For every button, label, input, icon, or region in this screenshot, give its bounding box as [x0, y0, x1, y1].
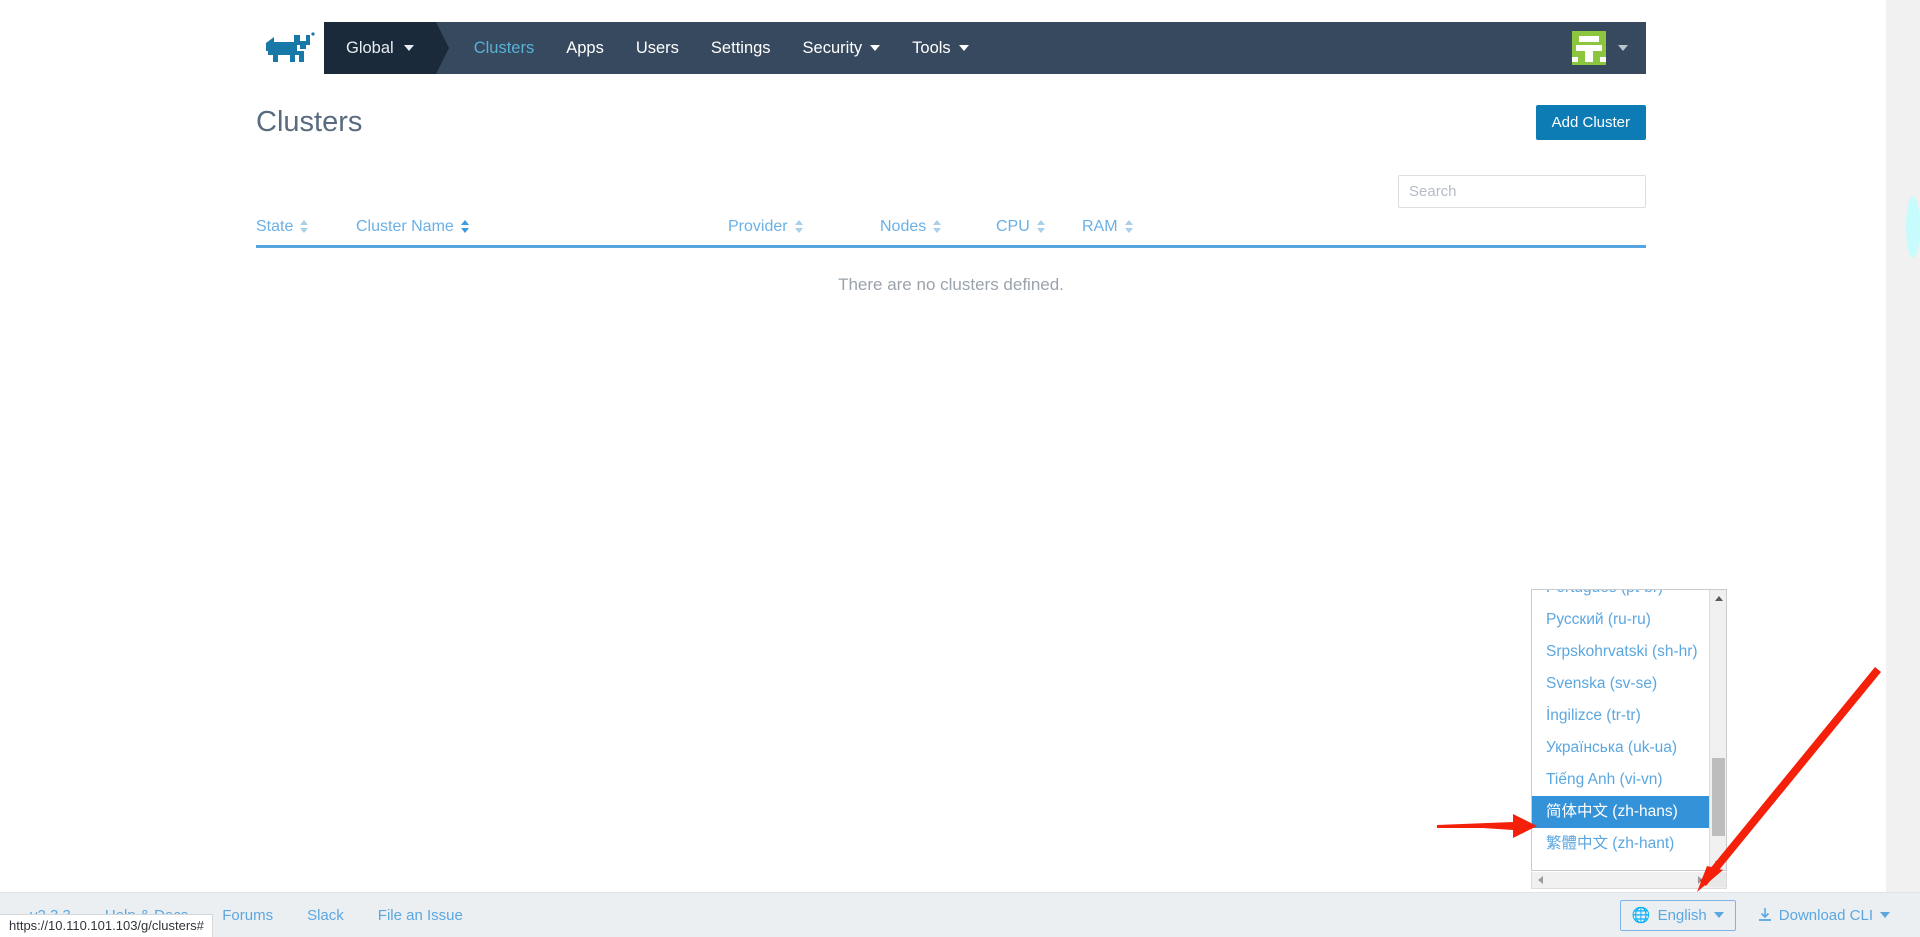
- globe-icon: 🌐: [1631, 906, 1651, 924]
- nav-item-label: Security: [802, 38, 863, 57]
- download-cli-label: Download CLI: [1778, 906, 1873, 924]
- sort-icon: [794, 220, 804, 233]
- language-menu-vertical-scrollbar[interactable]: [1709, 590, 1726, 870]
- user-avatar[interactable]: [1572, 31, 1606, 65]
- red-arrow-to-language-option: [1437, 814, 1537, 838]
- empty-state-message: There are no clusters defined.: [838, 275, 1064, 294]
- search-input[interactable]: [1398, 175, 1646, 208]
- language-option-sv-se[interactable]: Svenska (sv-se): [1532, 668, 1726, 700]
- column-header-state[interactable]: State: [256, 218, 356, 248]
- sort-icon: [1124, 220, 1134, 233]
- footer-link-file-issue[interactable]: File an Issue: [378, 907, 463, 924]
- page-scrollbar-track[interactable]: [1886, 0, 1920, 892]
- rancher-cow-logo: [266, 32, 315, 62]
- scroll-down-arrow-icon[interactable]: [1710, 855, 1726, 870]
- nav-item-label: Tools: [912, 38, 951, 57]
- navigation-bar: Global Clusters Apps Users Settings Secu…: [324, 22, 1646, 74]
- scroll-left-arrow-icon[interactable]: [1532, 872, 1549, 887]
- nav-item-apps[interactable]: Apps: [550, 22, 620, 74]
- chevron-down-icon: [403, 45, 414, 51]
- navigation-items: Clusters Apps Users Settings Security To…: [458, 22, 985, 74]
- language-selector-button[interactable]: 🌐 English: [1619, 899, 1736, 931]
- table-head: State Cluster Name Provider Nodes CPU RA…: [256, 218, 1646, 248]
- nav-item-label: Settings: [710, 38, 771, 57]
- scope-label: Global: [346, 38, 394, 57]
- language-option-ru-ru[interactable]: Русский (ru-ru): [1532, 604, 1726, 636]
- nav-item-tools[interactable]: Tools: [896, 22, 985, 74]
- page-scrollbar-highlight: [1906, 196, 1920, 258]
- language-option-zh-hans[interactable]: 简体中文 (zh-hans): [1532, 796, 1726, 828]
- page-footer: v2.3.3 Help & Docs Forums Slack File an …: [0, 892, 1920, 937]
- language-option-vi-vn[interactable]: Tiếng Anh (vi-vn): [1532, 764, 1726, 796]
- download-icon: [1758, 907, 1771, 921]
- download-cli-button[interactable]: Download CLI: [1758, 907, 1890, 924]
- column-header-ram[interactable]: RAM: [1082, 218, 1646, 248]
- column-header-cluster-name[interactable]: Cluster Name: [356, 218, 728, 248]
- column-header-provider[interactable]: Provider: [728, 218, 880, 248]
- navigation-right: [1572, 22, 1646, 74]
- nav-item-users[interactable]: Users: [620, 22, 695, 74]
- language-option-tr-tr[interactable]: İngilizce (tr-tr): [1532, 700, 1726, 732]
- chevron-down-icon: [870, 45, 881, 51]
- nav-item-settings[interactable]: Settings: [695, 22, 787, 74]
- table-body: There are no clusters defined.: [256, 247, 1646, 323]
- language-selector-label: English: [1657, 906, 1707, 924]
- nav-item-label: Apps: [566, 38, 604, 57]
- sort-icon: [1036, 220, 1046, 233]
- footer-right-group: 🌐 English Download CLI: [1619, 899, 1898, 931]
- language-option-list: Português (pt-br) Русский (ru-ru) Srpsko…: [1532, 590, 1726, 860]
- nav-item-security[interactable]: Security: [787, 22, 897, 74]
- language-option-sh-hr[interactable]: Srpskohrvatski (sh-hr): [1532, 636, 1726, 668]
- chevron-down-icon[interactable]: [1618, 45, 1628, 51]
- nav-item-clusters[interactable]: Clusters: [458, 22, 551, 74]
- language-option-zh-hant[interactable]: 繁體中文 (zh-hant): [1532, 828, 1726, 860]
- sort-icon-active: [460, 220, 470, 233]
- column-header-nodes[interactable]: Nodes: [880, 218, 996, 248]
- sort-icon: [300, 220, 309, 233]
- column-header-cpu[interactable]: CPU: [996, 218, 1082, 248]
- page-title: Clusters: [256, 106, 363, 138]
- sort-icon: [933, 220, 942, 233]
- scope-selector[interactable]: Global: [324, 22, 449, 74]
- scroll-up-arrow-icon[interactable]: [1710, 590, 1726, 607]
- top-navigation: Global Clusters Apps Users Settings Secu…: [256, 22, 1646, 74]
- vertical-scroll-thumb[interactable]: [1712, 758, 1725, 836]
- search-row: [256, 175, 1646, 208]
- scroll-right-arrow-icon[interactable]: [1692, 872, 1709, 887]
- clusters-table: State Cluster Name Provider Nodes CPU RA…: [256, 218, 1646, 322]
- language-menu-horizontal-scrollbar[interactable]: [1531, 872, 1727, 889]
- footer-link-slack[interactable]: Slack: [307, 907, 344, 924]
- rancher-app-window: Global Clusters Apps Users Settings Secu…: [0, 0, 1920, 937]
- clusters-table-container: State Cluster Name Provider Nodes CPU RA…: [256, 218, 1646, 322]
- logo-container[interactable]: [256, 22, 324, 74]
- chevron-down-icon: [1713, 912, 1724, 918]
- browser-status-url: https://10.110.101.103/g/clusters#: [0, 914, 213, 937]
- empty-state-row: There are no clusters defined.: [256, 247, 1646, 323]
- scrollbar-corner: [1709, 872, 1726, 887]
- language-option-pt-br[interactable]: Português (pt-br): [1532, 590, 1726, 604]
- chevron-down-icon: [1880, 912, 1890, 918]
- language-option-uk-ua[interactable]: Українська (uk-ua): [1532, 732, 1726, 764]
- nav-item-label: Clusters: [473, 38, 535, 57]
- nav-item-label: Users: [635, 38, 679, 57]
- table-header-row: State Cluster Name Provider Nodes CPU RA…: [256, 218, 1646, 248]
- language-dropdown-menu[interactable]: Português (pt-br) Русский (ru-ru) Srpsko…: [1531, 589, 1727, 871]
- page-header: Clusters Add Cluster: [256, 105, 1646, 140]
- chevron-down-icon: [958, 45, 969, 51]
- add-cluster-button[interactable]: Add Cluster: [1535, 105, 1646, 140]
- footer-link-forums[interactable]: Forums: [222, 907, 273, 924]
